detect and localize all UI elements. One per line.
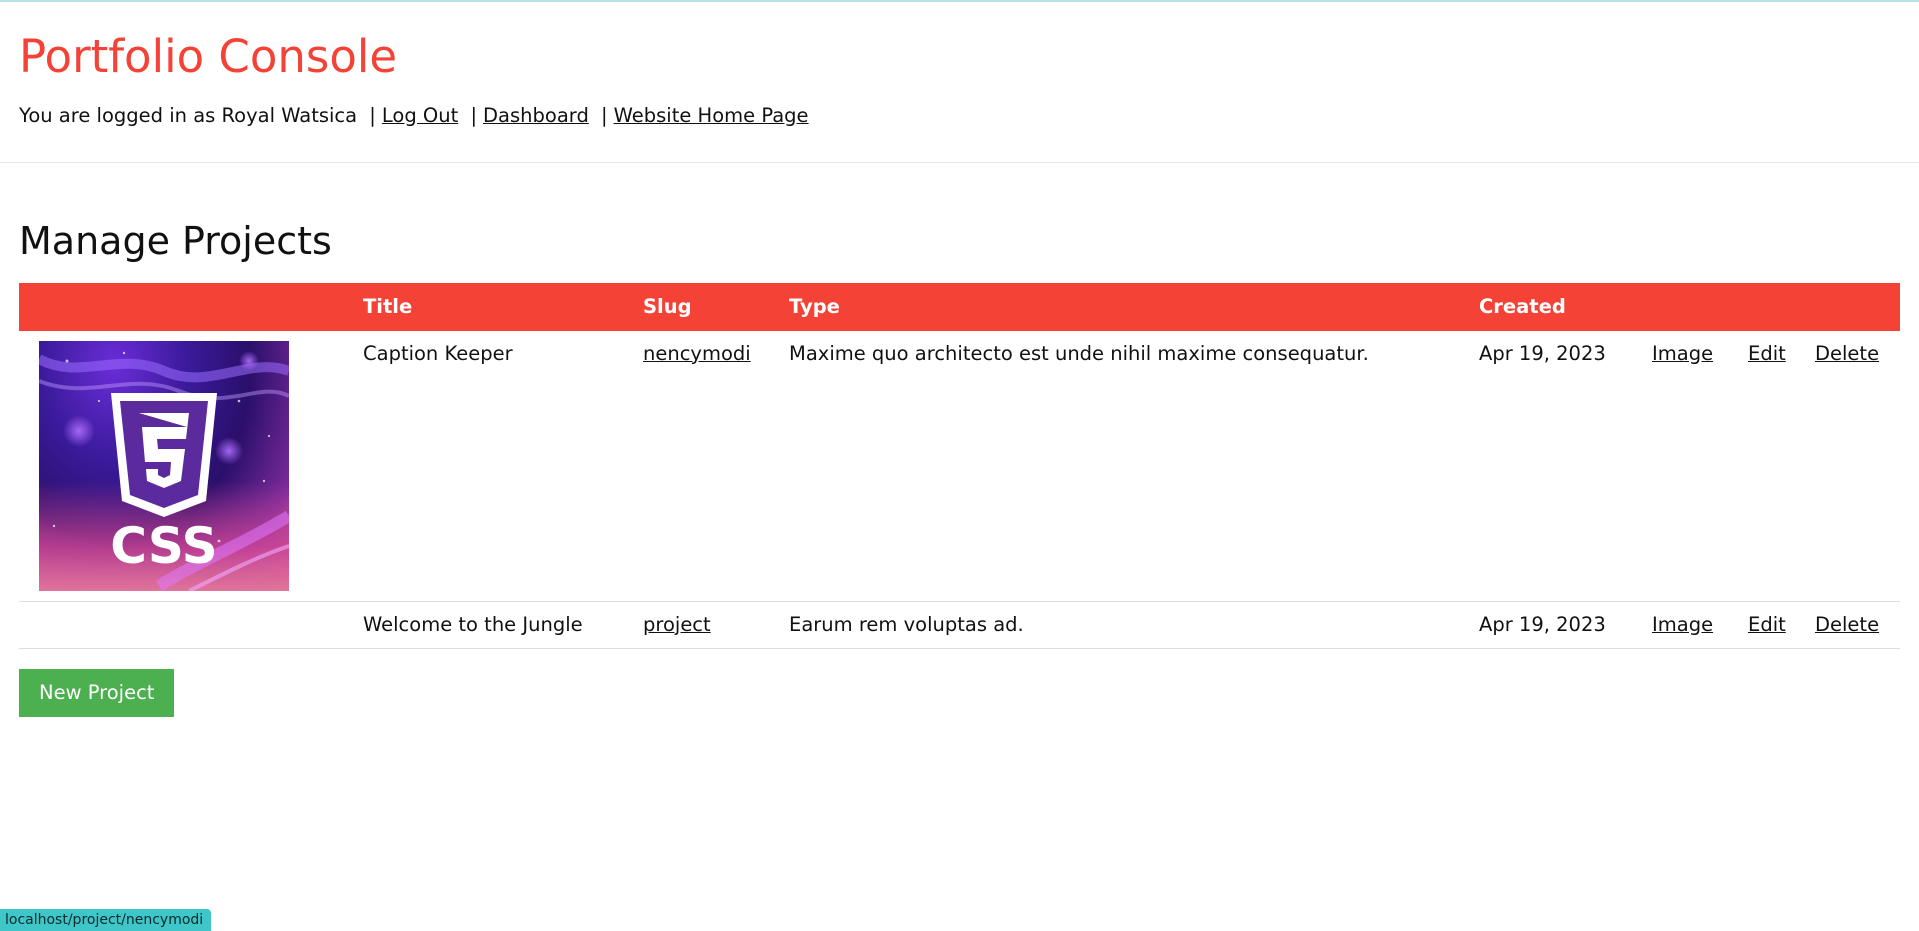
delete-link[interactable]: Delete	[1815, 613, 1879, 636]
dashboard-link[interactable]: Dashboard	[483, 104, 589, 127]
image-action-cell: Image	[1652, 601, 1748, 649]
slug-cell: project	[643, 601, 789, 649]
separator: |	[470, 103, 478, 127]
column-header-title: Title	[363, 295, 413, 318]
edit-link[interactable]: Edit	[1748, 613, 1786, 636]
project-type: Earum rem voluptas ad.	[789, 601, 1479, 649]
column-header-image	[19, 283, 363, 331]
css3-logo-icon: CSS	[39, 350, 289, 591]
project-slug-link[interactable]: project	[643, 613, 711, 636]
projects-table: Title Slug Type Created CSS Caption Keep…	[19, 282, 1900, 649]
project-created: Apr 19, 2023	[1479, 601, 1652, 649]
project-type: Maxime quo architecto est unde nihil max…	[789, 330, 1479, 602]
main-content: Manage Projects Title Slug Type Created	[0, 219, 1919, 717]
image-link[interactable]: Image	[1652, 342, 1713, 365]
table-header: Title Slug Type Created	[19, 282, 1900, 331]
delete-action-cell: Delete	[1815, 601, 1900, 649]
column-header-created: Created	[1479, 295, 1566, 318]
new-project-button[interactable]: New Project	[19, 668, 175, 717]
project-title: Caption Keeper	[363, 330, 643, 602]
table-row: CSS Caption Keeper nencymodi Maxime quo …	[19, 330, 1900, 602]
thumbnail-cell: CSS	[19, 330, 363, 602]
column-header-type: Type	[789, 295, 840, 318]
delete-action-cell: Delete	[1815, 330, 1900, 602]
logout-link[interactable]: Log Out	[382, 104, 458, 127]
table-row: Welcome to the Jungle project Earum rem …	[19, 601, 1900, 649]
home-page-link[interactable]: Website Home Page	[614, 104, 809, 127]
edit-action-cell: Edit	[1748, 601, 1815, 649]
thumbnail-cell	[19, 601, 363, 649]
separator: |	[369, 103, 376, 127]
column-header-edit-action	[1748, 283, 1815, 331]
separator: |	[601, 103, 608, 127]
page-title: Manage Projects	[19, 218, 332, 263]
image-action-cell: Image	[1652, 330, 1748, 602]
thumbnail-css-text: CSS	[110, 517, 217, 575]
image-link[interactable]: Image	[1652, 613, 1713, 636]
login-status: You are logged in as Royal Watsica	[19, 103, 358, 127]
column-header-delete-action	[1815, 283, 1900, 331]
edit-action-cell: Edit	[1748, 330, 1815, 602]
slug-cell: nencymodi	[643, 330, 789, 602]
project-created: Apr 19, 2023	[1479, 330, 1652, 602]
project-title: Welcome to the Jungle	[363, 601, 643, 649]
login-bar: You are logged in as Royal Watsica | Log …	[19, 104, 1900, 127]
edit-link[interactable]: Edit	[1748, 342, 1786, 365]
column-header-slug: Slug	[643, 295, 692, 318]
status-bar-url: localhost/project/nencymodi	[0, 909, 212, 931]
column-header-image-action	[1652, 283, 1748, 331]
project-thumbnail: CSS	[39, 340, 289, 591]
site-title: Portfolio Console	[19, 30, 398, 83]
project-slug-link[interactable]: nencymodi	[643, 342, 751, 365]
delete-link[interactable]: Delete	[1815, 342, 1879, 365]
site-header: Portfolio Console You are logged in as R…	[0, 2, 1919, 163]
